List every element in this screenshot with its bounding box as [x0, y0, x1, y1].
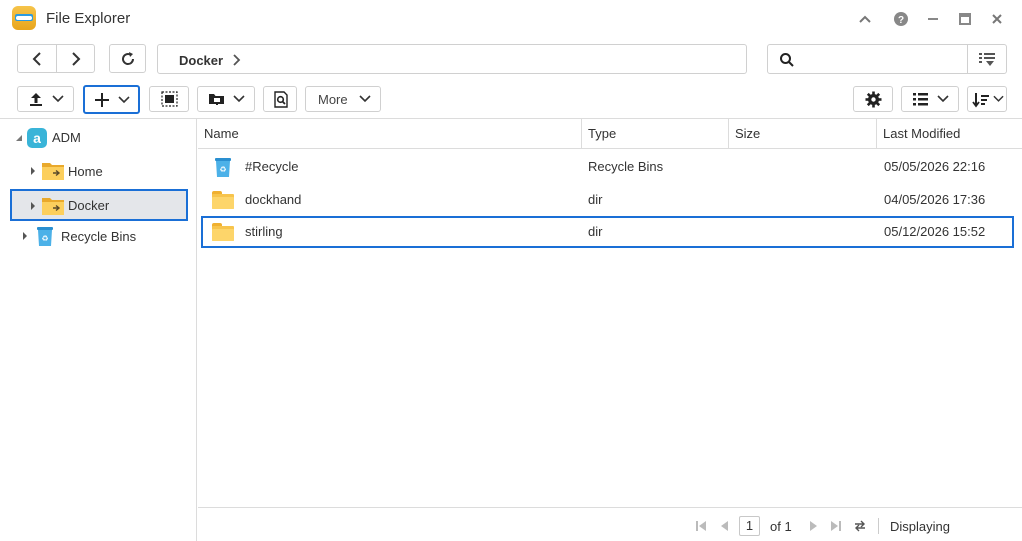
maximize-icon[interactable]: [957, 11, 973, 27]
file-explorer-window: File Explorer ? Docker More a ADM Home D…: [0, 0, 1022, 541]
more-button-label: More: [318, 92, 348, 107]
chevron-left-icon: [32, 52, 41, 66]
svg-text:?: ?: [898, 15, 904, 26]
table-row[interactable]: ♻ #Recycle Recycle Bins 05/05/2026 22:16: [198, 151, 1022, 183]
sort-icon: [972, 93, 989, 108]
upload-button[interactable]: [17, 86, 74, 112]
tree-root-label: ADM: [52, 130, 81, 145]
file-name: #Recycle: [245, 159, 299, 174]
file-name: dockhand: [245, 192, 302, 207]
collapsed-triangle-icon[interactable]: [30, 166, 36, 176]
close-icon[interactable]: [989, 11, 1005, 27]
title-bar: File Explorer ?: [0, 0, 1022, 38]
chevron-down-icon: [118, 96, 130, 104]
chevron-down-icon: [993, 95, 1004, 102]
advanced-search-icon[interactable]: [978, 51, 996, 68]
list-view-icon: [913, 93, 928, 106]
back-button[interactable]: [18, 45, 56, 72]
chevron-down-icon: [52, 95, 64, 103]
file-type: dir: [588, 192, 603, 207]
previous-page-icon[interactable]: [719, 520, 731, 532]
network-folder-icon: [209, 94, 224, 105]
gear-icon: [865, 91, 882, 108]
file-modified: 05/05/2026 22:16: [884, 159, 986, 174]
sidebar-item-home[interactable]: Home: [22, 156, 187, 186]
sidebar-item-label: Docker: [68, 198, 110, 213]
collapse-icon[interactable]: [857, 11, 873, 27]
create-new-button[interactable]: [83, 85, 140, 114]
column-header-size[interactable]: Size: [729, 119, 877, 149]
expanded-triangle-icon[interactable]: [15, 134, 23, 142]
minimize-icon[interactable]: [925, 11, 941, 27]
app-title: File Explorer: [46, 10, 131, 27]
forward-button[interactable]: [57, 45, 95, 72]
search-box: [767, 44, 1007, 74]
folder-icon: [212, 223, 234, 241]
preview-button[interactable]: [263, 86, 297, 112]
table-row[interactable]: dockhand dir 04/05/2026 17:36: [198, 184, 1022, 216]
help-icon[interactable]: ?: [893, 11, 909, 27]
plus-icon: [95, 93, 109, 107]
collapsed-triangle-icon[interactable]: [30, 201, 36, 211]
header-divider: [198, 148, 1022, 149]
select-all-icon: [161, 91, 178, 107]
shared-folder-icon: [42, 198, 64, 215]
file-modified: 04/05/2026 17:36: [884, 192, 986, 207]
folder-icon: [212, 191, 234, 209]
sort-button[interactable]: [967, 86, 1007, 112]
search-icon[interactable]: [779, 52, 795, 68]
pagination-divider: [878, 518, 879, 534]
last-page-icon[interactable]: [830, 520, 842, 532]
refresh-icon: [122, 52, 135, 65]
next-page-icon[interactable]: [807, 520, 819, 532]
sidebar-item-recycle-bins[interactable]: ♻ Recycle Bins: [14, 221, 189, 251]
column-header-last-modified[interactable]: Last Modified: [877, 119, 1013, 149]
chevron-down-icon: [937, 95, 949, 103]
display-status: Displaying: [890, 519, 950, 534]
sidebar-item-label: Recycle Bins: [61, 229, 137, 244]
shared-folder-icon: [42, 163, 64, 180]
network-share-button[interactable]: [197, 86, 255, 112]
first-page-icon[interactable]: [695, 520, 707, 532]
adm-icon: a: [27, 128, 47, 148]
svg-text:♻: ♻: [41, 234, 48, 243]
file-search-icon: [274, 91, 288, 108]
recycle-bin-icon: ♻: [37, 227, 53, 246]
recycle-bin-icon: ♻: [215, 158, 231, 177]
chevron-down-icon: [233, 95, 245, 103]
file-explorer-app-icon: [12, 6, 36, 30]
pagination-bar: 1 of 1 Displaying: [198, 507, 1022, 541]
file-modified: 05/12/2026 15:52: [884, 224, 986, 239]
table-row[interactable]: stirling dir 05/12/2026 15:52: [201, 216, 1014, 248]
column-header-type[interactable]: Type: [582, 119, 729, 149]
search-input[interactable]: [800, 50, 960, 69]
nav-button-group: [17, 44, 95, 73]
chevron-down-icon: [359, 95, 371, 103]
breadcrumb-docker[interactable]: Docker: [179, 53, 223, 68]
tree-root-adm[interactable]: a ADM: [10, 123, 190, 153]
upload-icon: [30, 93, 42, 106]
collapsed-triangle-icon[interactable]: [22, 231, 28, 241]
address-bar[interactable]: Docker: [157, 44, 747, 74]
svg-text:♻: ♻: [219, 165, 226, 174]
more-button[interactable]: More: [305, 86, 381, 112]
select-all-button[interactable]: [149, 86, 189, 112]
page-number-input[interactable]: 1: [739, 516, 760, 536]
file-type: Recycle Bins: [588, 159, 664, 174]
page-count-label: of 1: [770, 519, 792, 534]
file-name: stirling: [245, 224, 283, 239]
sidebar-item-docker[interactable]: Docker: [10, 189, 188, 221]
refresh-button[interactable]: [109, 44, 146, 73]
chevron-right-icon: [72, 52, 81, 66]
file-type: dir: [588, 224, 603, 239]
settings-button[interactable]: [853, 86, 893, 112]
sidebar-item-label: Home: [68, 164, 103, 179]
reload-icon[interactable]: [853, 519, 867, 533]
file-list: Name Type Size Last Modified ♻ #Recycle …: [198, 119, 1022, 507]
svg-text:a: a: [33, 130, 41, 146]
view-mode-button[interactable]: [901, 86, 959, 112]
column-header-name[interactable]: Name: [198, 119, 582, 149]
folder-tree: a ADM Home Docker ♻ Recycle Bins: [0, 119, 197, 541]
chevron-right-icon: [233, 54, 241, 66]
